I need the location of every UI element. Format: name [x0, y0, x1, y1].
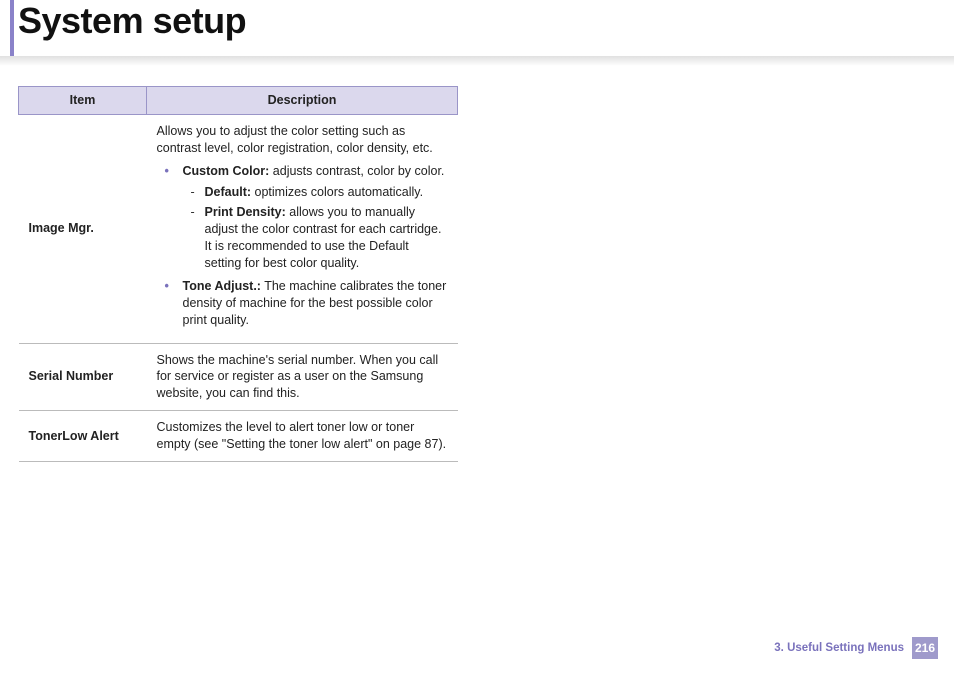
description-cell-tonerlow-alert: Customizes the level to alert toner low …	[147, 411, 458, 462]
footer-chapter: 3. Useful Setting Menus	[774, 642, 904, 654]
title-accent-bar	[10, 0, 14, 56]
page-footer: 3. Useful Setting Menus 216	[774, 637, 938, 659]
default-text: optimizes colors automatically.	[251, 185, 423, 199]
table-row: TonerLow Alert Customizes the level to a…	[19, 411, 458, 462]
default-label: Default:	[205, 185, 252, 199]
column-header-item: Item	[19, 87, 147, 115]
custom-color-label: Custom Color:	[183, 164, 270, 178]
description-cell-serial-number: Shows the machine's serial number. When …	[147, 343, 458, 411]
settings-table: Item Description Image Mgr. Allows you t…	[18, 86, 458, 462]
table-row: Image Mgr. Allows you to adjust the colo…	[19, 114, 458, 343]
custom-color-text: adjusts contrast, color by color.	[269, 164, 444, 178]
document-page: System setup Item Description Image Mgr.…	[0, 0, 954, 675]
image-mgr-intro: Allows you to adjust the color setting s…	[157, 123, 448, 157]
footer-page-number: 216	[912, 637, 938, 659]
list-item: Tone Adjust.: The machine calibrates the…	[173, 278, 448, 329]
item-cell-serial-number: Serial Number	[19, 343, 147, 411]
image-mgr-list: Custom Color: adjusts contrast, color by…	[157, 163, 448, 329]
list-item: Default: optimizes colors automatically.	[197, 184, 448, 201]
custom-color-sublist: Default: optimizes colors automatically.…	[183, 184, 448, 272]
description-cell-image-mgr: Allows you to adjust the color setting s…	[147, 114, 458, 343]
print-density-label: Print Density:	[205, 205, 286, 219]
title-underline	[0, 56, 954, 66]
column-header-description: Description	[147, 87, 458, 115]
list-item: Custom Color: adjusts contrast, color by…	[173, 163, 448, 272]
item-cell-tonerlow-alert: TonerLow Alert	[19, 411, 147, 462]
table-row: Serial Number Shows the machine's serial…	[19, 343, 458, 411]
list-item: Print Density: allows you to manually ad…	[197, 204, 448, 272]
tone-adjust-label: Tone Adjust.:	[183, 279, 261, 293]
item-cell-image-mgr: Image Mgr.	[19, 114, 147, 343]
page-title: System setup	[18, 0, 246, 42]
